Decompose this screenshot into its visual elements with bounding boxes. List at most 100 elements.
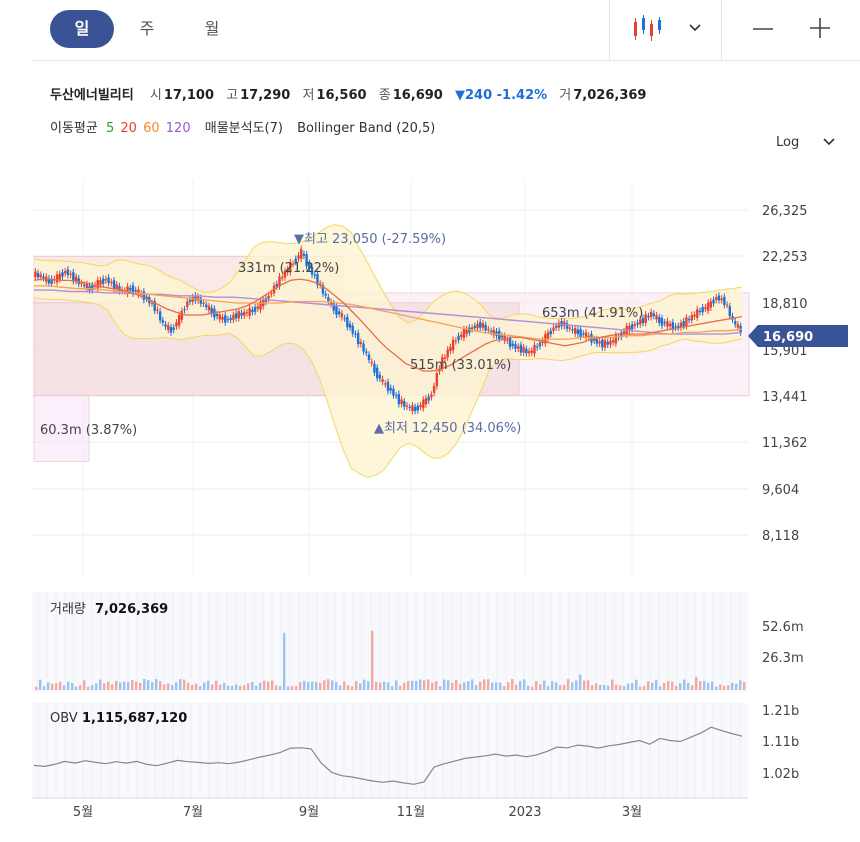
candle-body bbox=[367, 354, 371, 360]
volume-bar bbox=[235, 684, 238, 690]
volume-bar bbox=[739, 680, 742, 690]
volume-bar bbox=[591, 685, 594, 690]
candle-body bbox=[717, 295, 721, 301]
candle-body bbox=[506, 339, 509, 341]
x-tick-label: 7월 bbox=[183, 805, 203, 820]
candle-body bbox=[281, 277, 284, 279]
volume-bar bbox=[99, 679, 102, 690]
volume-bar bbox=[631, 682, 634, 690]
candle-body bbox=[156, 309, 159, 311]
candle-body bbox=[595, 339, 599, 344]
candle-body bbox=[202, 302, 205, 304]
volume-bar bbox=[423, 680, 426, 690]
candle-body bbox=[709, 301, 713, 308]
candle-body bbox=[432, 386, 436, 393]
candle-body bbox=[403, 401, 406, 407]
candle-body bbox=[720, 298, 723, 301]
candle-body bbox=[519, 344, 523, 353]
candle-body bbox=[104, 279, 108, 281]
candle-body bbox=[384, 383, 387, 385]
candle-body bbox=[416, 405, 420, 411]
volume-bar bbox=[643, 686, 646, 690]
volume-tick-1: 52.6m bbox=[762, 620, 804, 635]
candle-body bbox=[370, 362, 373, 364]
volume-bar bbox=[571, 682, 574, 690]
volume-bar bbox=[451, 682, 454, 690]
volume-bar bbox=[555, 682, 558, 690]
volume-bar bbox=[307, 681, 310, 690]
volume-bar bbox=[187, 682, 190, 690]
candle-body bbox=[175, 322, 178, 327]
volume-bar bbox=[347, 685, 350, 690]
volume-bar bbox=[467, 681, 470, 690]
candle-body bbox=[465, 329, 468, 335]
volume-bar bbox=[215, 680, 218, 690]
candle-body bbox=[207, 306, 211, 311]
volume-bar bbox=[679, 683, 682, 690]
volume-bar bbox=[55, 683, 58, 690]
volume-bar bbox=[71, 683, 74, 690]
candle-body bbox=[701, 307, 704, 313]
price-tick-label: 22,253 bbox=[762, 250, 808, 265]
candle-body bbox=[74, 276, 78, 282]
obv-tick-2: 1.11b bbox=[762, 735, 799, 750]
volume-bar bbox=[659, 686, 662, 690]
volume-bar bbox=[127, 682, 130, 690]
volume-bar bbox=[151, 682, 154, 690]
candle-body bbox=[652, 313, 656, 317]
volume-bar bbox=[319, 682, 322, 690]
candle-body bbox=[489, 330, 493, 332]
candle-body bbox=[61, 272, 64, 277]
volume-bar bbox=[327, 679, 330, 690]
volume-bar bbox=[535, 681, 538, 690]
candle-body bbox=[36, 272, 40, 278]
candle-body bbox=[530, 350, 533, 353]
candle-body bbox=[663, 322, 666, 324]
candle-body bbox=[636, 322, 639, 325]
candle-body bbox=[66, 269, 70, 275]
candle-body bbox=[408, 407, 411, 409]
candle-body bbox=[660, 317, 664, 326]
volume-bar bbox=[183, 679, 186, 690]
candle-body bbox=[335, 305, 338, 315]
volume-bar bbox=[159, 681, 162, 690]
candle-body bbox=[435, 373, 439, 387]
price-chart[interactable]: 26,32522,25318,81015,90113,44111,3629,60… bbox=[0, 0, 860, 842]
candle-body bbox=[346, 316, 349, 328]
candle-body bbox=[221, 316, 224, 320]
candle-body bbox=[666, 321, 669, 327]
volume-bar bbox=[211, 684, 214, 690]
candle-body bbox=[42, 276, 45, 279]
volume-bar bbox=[131, 680, 134, 690]
candle-body bbox=[324, 293, 327, 296]
volume-bar bbox=[463, 682, 466, 690]
volume-bar bbox=[699, 681, 702, 690]
volume-bar bbox=[335, 682, 338, 690]
volume-bar bbox=[715, 686, 718, 690]
candle-body bbox=[55, 274, 59, 283]
volume-bar bbox=[683, 679, 686, 690]
candle-body bbox=[69, 273, 72, 275]
candle-body bbox=[34, 271, 37, 278]
volume-bar bbox=[471, 679, 474, 690]
candle-body bbox=[451, 339, 455, 351]
volume-bar bbox=[243, 685, 246, 690]
volume-bar bbox=[579, 674, 582, 690]
candle-body bbox=[674, 326, 677, 328]
candle-body bbox=[590, 334, 593, 343]
candle-body bbox=[205, 304, 208, 307]
candle-body bbox=[557, 322, 561, 328]
price-axis: 26,32522,25318,81015,90113,44111,3629,60… bbox=[762, 204, 808, 544]
candle-body bbox=[479, 322, 482, 328]
volume-bar bbox=[431, 682, 434, 690]
volume-bar bbox=[455, 679, 458, 690]
volume-bar bbox=[607, 685, 610, 690]
volume-bar bbox=[531, 686, 534, 690]
volume-bar bbox=[743, 681, 746, 690]
volume-bar bbox=[79, 685, 82, 690]
candle-body bbox=[240, 312, 243, 316]
volume-bar bbox=[523, 679, 526, 690]
candle-body bbox=[142, 291, 146, 301]
price-tick-label: 13,441 bbox=[762, 390, 808, 405]
candle-body bbox=[582, 333, 585, 335]
